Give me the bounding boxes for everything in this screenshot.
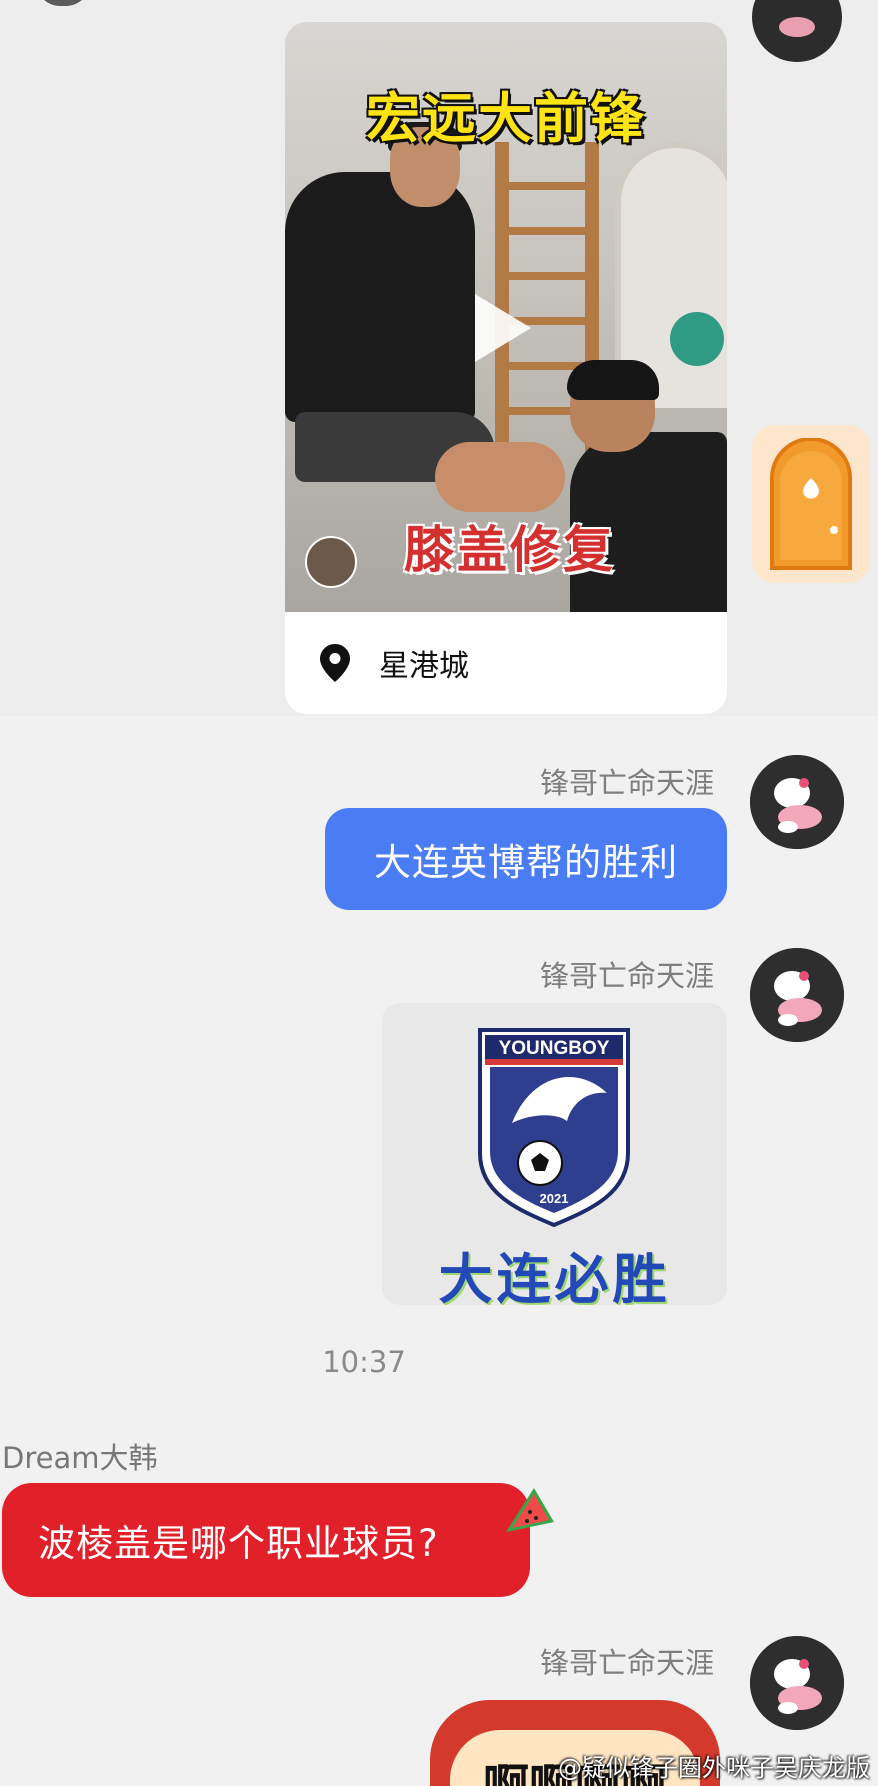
avatar[interactable] <box>750 755 844 849</box>
chat-screen: 宏远大前锋 膝盖修复 星港城 锋哥亡命天涯 大连英博帮的胜利 锋哥亡命天涯 YO… <box>0 0 878 1786</box>
door-icon <box>770 438 852 570</box>
football-club-badge: YOUNGBOY 2021 <box>478 1028 630 1228</box>
message-bubble-outgoing[interactable]: 大连英博帮的胜利 <box>325 808 727 910</box>
sender-name: 锋哥亡命天涯 <box>540 1646 715 1680</box>
message-bubble-incoming[interactable]: 波棱盖是哪个职业球员? <box>2 1483 530 1597</box>
svg-text:YOUNGBOY: YOUNGBOY <box>499 1038 610 1059</box>
exercise-ball <box>670 312 724 366</box>
sender-name: 锋哥亡命天涯 <box>540 766 715 800</box>
sender-name: Dream大韩 <box>2 1441 158 1475</box>
sticker-message[interactable]: YOUNGBOY 2021 大连必胜 <box>382 1003 727 1305</box>
map-pin-icon <box>315 643 355 683</box>
avatar[interactable] <box>36 0 90 6</box>
floating-door-widget[interactable] <box>752 425 870 583</box>
watermark: @疑似锋子圈外咪子吴庆龙版 <box>558 1754 870 1782</box>
location-row[interactable]: 星港城 <box>285 612 727 714</box>
video-message-card[interactable]: 宏远大前锋 膝盖修复 星港城 <box>285 22 727 714</box>
message-timestamp: 10:37 <box>322 1345 406 1379</box>
avatar[interactable] <box>752 0 842 62</box>
video-caption-overlay: 膝盖修复 <box>404 521 616 579</box>
video-author-avatar <box>305 536 357 588</box>
sticker-caption: 大连必胜 <box>438 1248 671 1305</box>
avatar[interactable] <box>750 1636 844 1730</box>
player-figure <box>285 172 475 422</box>
watermelon-icon <box>506 1488 554 1532</box>
play-icon[interactable] <box>475 294 531 362</box>
avatar[interactable] <box>750 948 844 1042</box>
sender-name: 锋哥亡命天涯 <box>540 959 715 993</box>
video-thumbnail[interactable]: 宏远大前锋 膝盖修复 <box>285 22 727 612</box>
location-label: 星港城 <box>379 649 469 684</box>
video-title-overlay: 宏远大前锋 <box>366 87 646 150</box>
svg-text:2021: 2021 <box>540 1191 569 1206</box>
